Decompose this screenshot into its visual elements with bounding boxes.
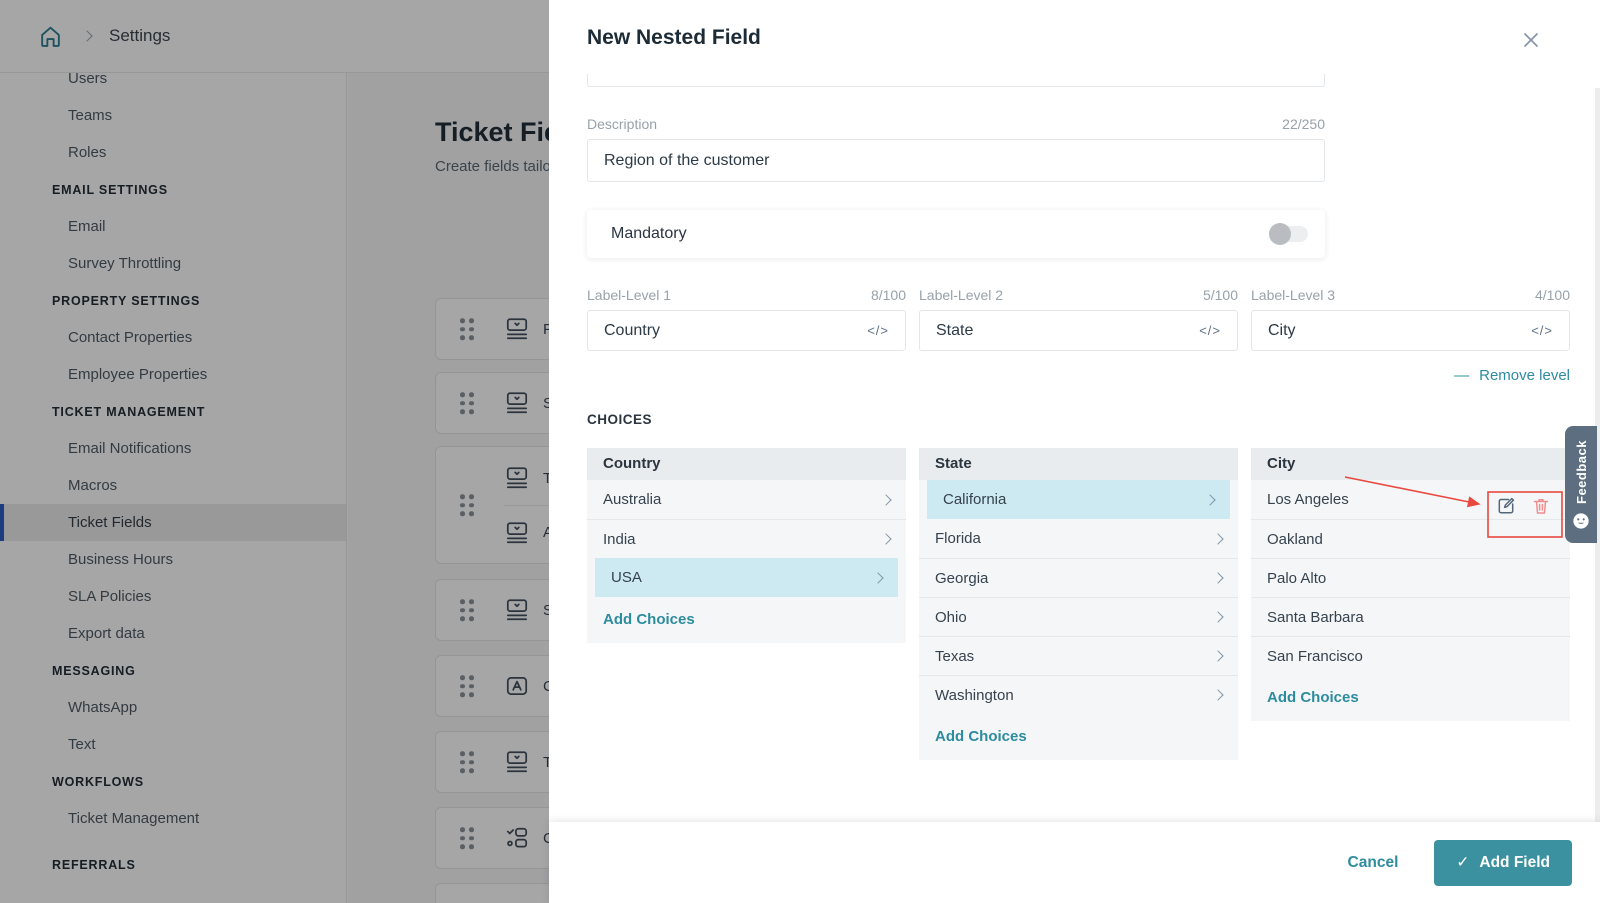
code-placeholder-icon[interactable]: </> (1199, 323, 1221, 338)
choice-row-washington[interactable]: Washington (919, 675, 1238, 714)
choice-row-usa[interactable]: USA (595, 558, 898, 597)
add-choices-link[interactable]: Add Choices (587, 597, 906, 630)
close-icon[interactable] (1521, 30, 1541, 50)
description-input[interactable]: Region of the customer (587, 139, 1325, 182)
choice-row-san-francisco[interactable]: San Francisco (1251, 636, 1570, 675)
label-level-3-input[interactable]: City </> (1251, 310, 1570, 351)
modal-footer: Cancel ✓ Add Field (549, 822, 1600, 903)
choices-heading: CHOICES (587, 412, 652, 427)
choice-row-palo-alto[interactable]: Palo Alto (1251, 558, 1570, 597)
chevron-right-icon (1212, 533, 1223, 544)
label-level-3-label: Label-Level 3 (1251, 287, 1335, 303)
chevron-right-icon (872, 572, 883, 583)
mandatory-label: Mandatory (611, 225, 687, 243)
check-icon: ✓ (1456, 853, 1469, 872)
choice-row-california[interactable]: California (927, 480, 1230, 519)
chevron-right-icon (1212, 572, 1223, 583)
choice-label: Los Angeles (1267, 491, 1349, 508)
choice-column-city: City Los Angeles Oakland Palo Alto Santa Bar… (1251, 448, 1570, 721)
choice-row-australia[interactable]: Australia (587, 480, 906, 519)
label-level-2-block: Label-Level 2 5/100 State </> (919, 287, 1238, 351)
feedback-tab[interactable]: Feedback (1565, 426, 1597, 543)
label-level-3-counter: 4/100 (1535, 287, 1570, 303)
delete-icon[interactable] (1531, 496, 1551, 516)
choice-column-country: Country Australia India USA Add Choices (587, 448, 906, 643)
chevron-right-icon (1204, 494, 1215, 505)
choice-label: India (603, 531, 636, 548)
label-level-3-block: Label-Level 3 4/100 City </> (1251, 287, 1570, 351)
screen: Ticket Fields Create fields tailor PrStT… (0, 0, 1600, 903)
choice-column-header: State (919, 448, 1238, 480)
choice-row-georgia[interactable]: Georgia (919, 558, 1238, 597)
choice-label: Santa Barbara (1267, 609, 1364, 626)
label-level-2-label: Label-Level 2 (919, 287, 1003, 303)
choice-label: Georgia (935, 570, 988, 587)
choice-label: California (943, 491, 1006, 508)
chevron-right-icon (880, 494, 891, 505)
label-level-2-counter: 5/100 (1203, 287, 1238, 303)
remove-level-link[interactable]: —Remove level (1251, 367, 1570, 384)
chevron-right-icon (880, 533, 891, 544)
chevron-right-icon (1212, 689, 1223, 700)
label-level-2-input[interactable]: State </> (919, 310, 1238, 351)
choice-label: USA (611, 569, 642, 586)
choice-row-florida[interactable]: Florida (919, 519, 1238, 558)
modal-title: New Nested Field (587, 26, 761, 50)
smiley-icon (1572, 512, 1590, 530)
cancel-button[interactable]: Cancel (1342, 853, 1405, 873)
choice-label: Ohio (935, 609, 967, 626)
choice-label: Oakland (1267, 531, 1323, 548)
choice-column-state: State California Florida Georgia Ohio Texas Wa… (919, 448, 1238, 760)
choice-label: Palo Alto (1267, 570, 1326, 587)
choice-label: Australia (603, 491, 661, 508)
feedback-label: Feedback (1574, 440, 1589, 504)
new-nested-field-modal: New Nested Field Description 22/250 Regi… (549, 0, 1600, 903)
code-placeholder-icon[interactable]: </> (867, 323, 889, 338)
minus-icon: — (1454, 367, 1469, 384)
choice-row-oakland[interactable]: Oakland (1251, 519, 1570, 558)
choice-row-ohio[interactable]: Ohio (919, 597, 1238, 636)
description-label: Description (587, 116, 657, 132)
field-name-input-partial[interactable] (587, 74, 1325, 87)
label-level-1-block: Label-Level 1 8/100 Country </> (587, 287, 906, 351)
chevron-right-icon (1212, 611, 1223, 622)
description-counter: 22/250 (1282, 116, 1325, 132)
label-level-1-label: Label-Level 1 (587, 287, 671, 303)
label-level-1-input[interactable]: Country </> (587, 310, 906, 351)
choice-row-texas[interactable]: Texas (919, 636, 1238, 675)
choice-row-india[interactable]: India (587, 519, 906, 558)
add-choices-link[interactable]: Add Choices (1251, 675, 1570, 708)
choice-row-santa-barbara[interactable]: Santa Barbara (1251, 597, 1570, 636)
add-choices-link[interactable]: Add Choices (919, 714, 1238, 747)
choice-label: Florida (935, 530, 981, 547)
mandatory-row: Mandatory (587, 210, 1325, 258)
edit-icon[interactable] (1496, 496, 1516, 516)
choice-column-header: City (1251, 448, 1570, 480)
choice-column-header: Country (587, 448, 906, 480)
chevron-right-icon (1212, 650, 1223, 661)
add-field-button[interactable]: ✓ Add Field (1434, 840, 1572, 886)
label-level-1-counter: 8/100 (871, 287, 906, 303)
choice-label: Texas (935, 648, 974, 665)
code-placeholder-icon[interactable]: </> (1531, 323, 1553, 338)
choice-label: San Francisco (1267, 648, 1363, 665)
mandatory-toggle[interactable] (1272, 226, 1308, 242)
choice-label: Washington (935, 687, 1014, 704)
row-actions (1496, 496, 1551, 516)
